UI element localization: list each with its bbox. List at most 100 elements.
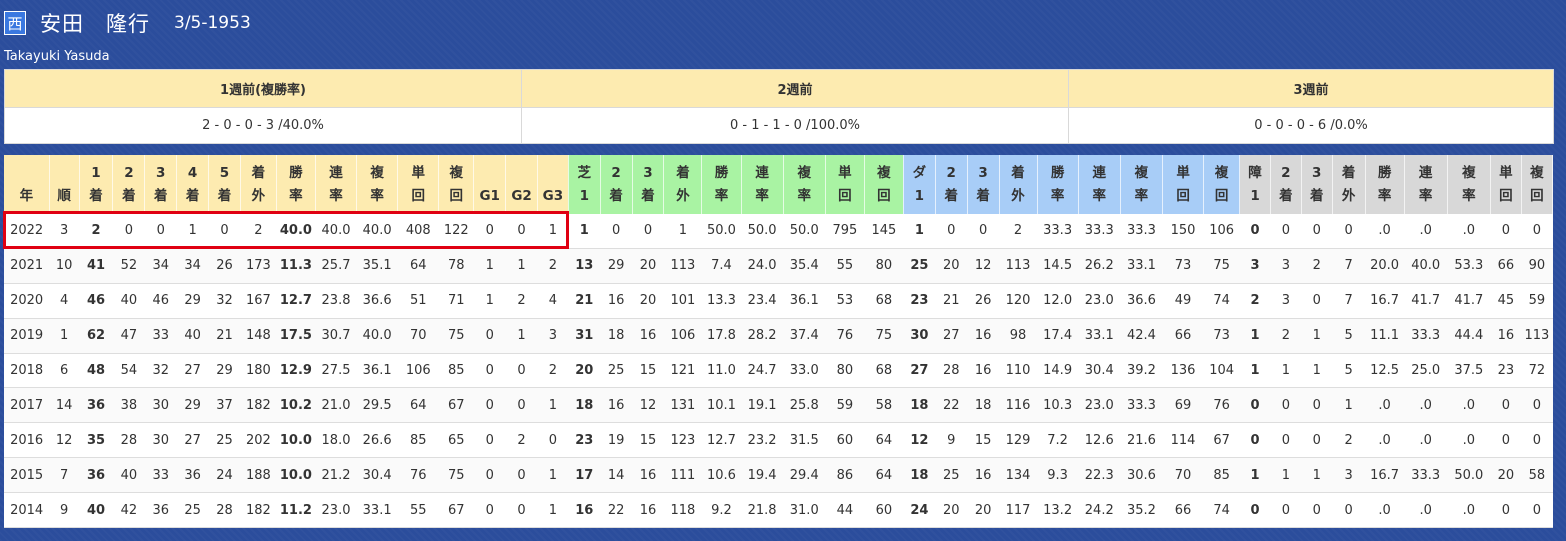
stats-col-header: G1 bbox=[473, 155, 507, 214]
stats-cell: 0 bbox=[537, 422, 569, 459]
stats-cell: 66 bbox=[1162, 318, 1204, 354]
stats-cell: 11.2 bbox=[276, 492, 316, 529]
stats-cell: 16 bbox=[568, 492, 601, 529]
header-line-1: 芝 bbox=[577, 164, 592, 181]
header-line-1: 勝 bbox=[714, 164, 729, 181]
stats-cell: 25 bbox=[903, 248, 936, 284]
stats-cell: 30.4 bbox=[1078, 353, 1121, 389]
header-line-2: 回 bbox=[1530, 187, 1544, 204]
stats-col-header: 連率 bbox=[315, 155, 358, 214]
header-line-2: 年 bbox=[19, 187, 34, 204]
stats-cell: 10.1 bbox=[701, 387, 742, 424]
stats-cell: 33.1 bbox=[356, 492, 398, 529]
stats-cell: 33.3 bbox=[1037, 214, 1079, 249]
stats-cell: 29 bbox=[176, 283, 209, 319]
stats-cell: 2 bbox=[505, 422, 538, 459]
stats-cell: 0 bbox=[1301, 283, 1333, 319]
stats-cell: 40.0 bbox=[276, 214, 316, 249]
stats-cell: 36 bbox=[176, 457, 209, 494]
stats-cell: 113 bbox=[1521, 318, 1553, 354]
stats-cell: 62 bbox=[79, 318, 113, 354]
stats-cell: 73 bbox=[1203, 318, 1240, 354]
stats-cell: 129 bbox=[999, 422, 1038, 459]
stats-cell: 20 bbox=[967, 492, 1000, 529]
stats-cell: 12 bbox=[49, 422, 80, 459]
stats-cell: 0 bbox=[1521, 492, 1553, 529]
header-line-1 bbox=[474, 162, 505, 185]
stats-cell: 35.2 bbox=[1120, 492, 1163, 529]
stats-cell: 58 bbox=[864, 387, 904, 424]
stats-cell: 10.0 bbox=[276, 457, 316, 494]
stats-cell: 118 bbox=[663, 492, 702, 529]
stats-cell: 1 bbox=[1301, 353, 1333, 389]
stats-cell: 1 bbox=[903, 214, 936, 249]
jockey-romaji: Takayuki Yasuda bbox=[4, 49, 110, 64]
region-badge: 西 bbox=[4, 11, 26, 35]
stats-cell: 12 bbox=[967, 248, 1000, 284]
stats-cell: 2015 bbox=[4, 457, 50, 494]
stats-cell: 1 bbox=[1239, 457, 1271, 494]
stats-cell: 0 bbox=[112, 214, 145, 249]
stats-cell: 25 bbox=[935, 457, 968, 494]
stats-cell: .0 bbox=[1447, 214, 1491, 249]
stats-col-header: 勝率 bbox=[701, 155, 742, 214]
stats-cell: 24.2 bbox=[1078, 492, 1121, 529]
header-line-2: 着 bbox=[122, 187, 136, 204]
stats-cell: 3 bbox=[1270, 283, 1302, 319]
stats-cell: 12.6 bbox=[1078, 422, 1121, 459]
stats-cell: 50.0 bbox=[741, 214, 784, 249]
stats-cell: 0 bbox=[473, 214, 506, 249]
header-line-2: 外 bbox=[1011, 187, 1025, 204]
stats-cell: 17.4 bbox=[1037, 318, 1079, 354]
table-row: 2015 7 36 40 33 36 24 188 10.0 21.2 30.4 76 75 0 0 1 17 1… bbox=[4, 457, 1553, 494]
stats-cell: 51 bbox=[397, 283, 439, 319]
stats-cell: 31.0 bbox=[783, 492, 826, 529]
stats-cell: 23.8 bbox=[315, 283, 357, 319]
stats-cell: 0 bbox=[632, 214, 664, 249]
stats-col-header: 3着 bbox=[1301, 155, 1333, 214]
stats-cell: 36 bbox=[79, 387, 113, 424]
stats-col-header: 複回 bbox=[1521, 155, 1554, 214]
stats-cell: 44.4 bbox=[1447, 318, 1491, 354]
stats-cell: 0 bbox=[1490, 422, 1522, 459]
table-row: 2017 14 36 38 30 29 37 182 10.2 21.0 29.5 64 67 0 0 1 18… bbox=[4, 387, 1553, 424]
stats-cell: 78 bbox=[438, 248, 474, 284]
header-line-2: 率 bbox=[1377, 187, 1392, 204]
stats-cell: 72 bbox=[1521, 353, 1553, 389]
stats-cell: 2 bbox=[537, 353, 569, 389]
header-line-2: 率 bbox=[370, 187, 384, 204]
stats-cell: 173 bbox=[240, 248, 277, 284]
stats-cell: 65 bbox=[438, 422, 474, 459]
header-line-2: 着 bbox=[1309, 187, 1324, 204]
stats-cell: 408 bbox=[397, 214, 439, 249]
stats-cell: 25 bbox=[208, 422, 241, 459]
stats-cell: 66 bbox=[1162, 492, 1204, 529]
header-line-2: 着 bbox=[217, 187, 232, 204]
stats-cell: 26.2 bbox=[1078, 248, 1121, 284]
stats-cell: 85 bbox=[1203, 457, 1240, 494]
stats-cell: 27 bbox=[935, 318, 968, 354]
stats-cell: 21 bbox=[935, 283, 968, 319]
stats-cell: 22 bbox=[935, 387, 968, 424]
stats-cell: 53 bbox=[825, 283, 865, 319]
stats-cell: 20 bbox=[568, 353, 601, 389]
stats-col-header: 複率 bbox=[356, 155, 399, 214]
stats-cell: 104 bbox=[1203, 353, 1240, 389]
stats-cell: 2 bbox=[1270, 318, 1302, 354]
stats-cell: 33.3 bbox=[1078, 214, 1121, 249]
stats-cell: 50.0 bbox=[783, 214, 826, 249]
stats-cell: .0 bbox=[1447, 387, 1491, 424]
stats-cell: 3 bbox=[537, 318, 569, 354]
header-line-1: 勝 bbox=[289, 164, 303, 181]
stats-cell: 3 bbox=[1332, 457, 1366, 494]
stats-cell: 44 bbox=[825, 492, 865, 529]
header-line-1: 4 bbox=[187, 164, 198, 181]
header-line-2: G2 bbox=[511, 187, 532, 204]
stats-cell: 0 bbox=[505, 387, 538, 424]
stats-col-header: 単回 bbox=[397, 155, 440, 214]
jockey-header: 西 安田 隆行 3/5-1953 bbox=[4, 6, 251, 40]
stats-cell: 40 bbox=[176, 318, 209, 354]
header-line-2: G1 bbox=[479, 187, 500, 204]
stats-cell: 23.2 bbox=[741, 422, 784, 459]
stats-col-header: G2 bbox=[505, 155, 538, 214]
